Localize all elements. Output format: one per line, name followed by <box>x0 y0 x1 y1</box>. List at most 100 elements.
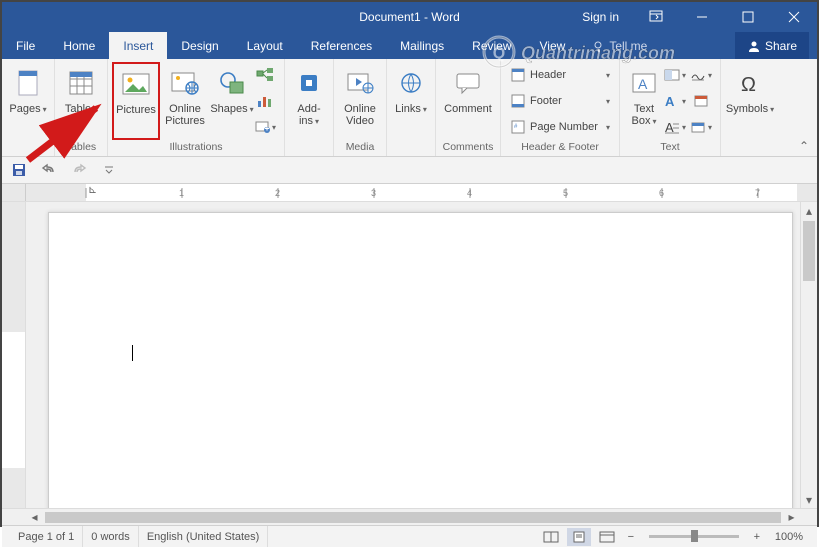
svg-text:A: A <box>665 94 675 108</box>
zoom-slider[interactable] <box>649 535 739 538</box>
header-button[interactable]: Header▾ <box>507 64 613 86</box>
status-page[interactable]: Page 1 of 1 <box>10 526 83 547</box>
collapse-ribbon-icon[interactable]: ⌃ <box>795 138 813 154</box>
document-area: ▴ ▾ <box>2 202 817 508</box>
tab-design[interactable]: Design <box>167 32 232 59</box>
drop-cap-icon[interactable]: A▾ <box>664 116 686 138</box>
quick-parts-icon[interactable]: ▾ <box>664 64 686 86</box>
scroll-thumb[interactable] <box>45 512 781 523</box>
table-icon <box>68 65 94 101</box>
redo-icon[interactable] <box>68 159 90 181</box>
group-label: Tables <box>59 140 103 156</box>
shapes-button[interactable]: Shapes▾ <box>210 62 254 140</box>
group-text: A Text Box▾ ▾ A▾ A▾ ▾ ▾ Text <box>620 59 721 156</box>
addins-icon <box>297 65 321 101</box>
vertical-ruler[interactable] <box>2 202 26 508</box>
pages-button[interactable]: Pages▾ <box>6 62 50 140</box>
group-header-footer: Header▾ Footer▾ #Page Number▾ Header & F… <box>501 59 620 156</box>
maximize-icon[interactable] <box>725 2 771 32</box>
svg-text:3: 3 <box>371 188 376 198</box>
smartart-icon[interactable] <box>254 64 276 86</box>
read-mode-icon[interactable] <box>539 528 563 546</box>
group-media: Online Video Media <box>334 59 387 156</box>
group-label <box>725 140 775 156</box>
online-video-button[interactable]: Online Video <box>338 62 382 140</box>
table-button[interactable]: Table▾ <box>59 62 103 140</box>
links-icon <box>399 65 423 101</box>
date-time-icon[interactable] <box>690 90 712 112</box>
signature-line-icon[interactable]: ▾ <box>690 64 712 86</box>
tab-review[interactable]: Review <box>458 32 525 59</box>
share-button[interactable]: Share <box>735 32 809 59</box>
group-label: Illustrations <box>112 140 280 156</box>
group-label <box>289 140 329 156</box>
ribbon-display-options-icon[interactable] <box>633 2 679 32</box>
group-links: Links▾ <box>387 59 436 156</box>
svg-text:5: 5 <box>563 188 568 198</box>
zoom-level[interactable]: 100% <box>769 531 809 543</box>
object-icon[interactable]: ▾ <box>690 116 712 138</box>
document-title: Document1 - Word <box>359 10 459 24</box>
footer-button[interactable]: Footer▾ <box>507 90 613 112</box>
svg-text:A: A <box>665 120 674 134</box>
horizontal-scrollbar[interactable]: ◂ ▸ <box>2 508 817 525</box>
tell-me-search[interactable]: Tell me <box>579 32 661 59</box>
document-page[interactable] <box>48 212 793 508</box>
text-box-button[interactable]: A Text Box▾ <box>624 62 664 140</box>
scroll-right-icon[interactable]: ▸ <box>783 509 800 525</box>
symbols-button[interactable]: Ω Symbols▾ <box>725 62 775 140</box>
scroll-up-icon[interactable]: ▴ <box>801 202 817 219</box>
addins-button[interactable]: Add-ins▾ <box>289 62 329 140</box>
wordart-icon[interactable]: A▾ <box>664 90 686 112</box>
shapes-icon <box>218 65 246 101</box>
save-icon[interactable] <box>8 159 30 181</box>
zoom-out-icon[interactable]: − <box>623 528 639 546</box>
signin-button[interactable]: Sign in <box>568 2 633 32</box>
status-word-count[interactable]: 0 words <box>83 526 139 547</box>
web-layout-icon[interactable] <box>595 528 619 546</box>
chart-icon[interactable] <box>254 90 276 112</box>
scroll-left-icon[interactable]: ◂ <box>26 509 43 525</box>
pictures-button[interactable]: Pictures <box>112 62 160 140</box>
print-layout-icon[interactable] <box>567 528 591 546</box>
links-button[interactable]: Links▾ <box>391 62 431 140</box>
group-comments: Comment Comments <box>436 59 501 156</box>
comment-button[interactable]: Comment <box>440 62 496 140</box>
svg-text:7: 7 <box>755 188 760 198</box>
svg-text:2: 2 <box>275 188 280 198</box>
online-pictures-button[interactable]: Online Pictures <box>160 62 210 140</box>
tab-layout[interactable]: Layout <box>233 32 297 59</box>
zoom-in-icon[interactable]: + <box>749 528 765 546</box>
screenshot-icon[interactable]: ▾ <box>254 116 276 138</box>
minimize-icon[interactable] <box>679 2 725 32</box>
horizontal-ruler[interactable]: ⊾ 1234567 <box>2 184 817 202</box>
online-video-icon <box>346 65 374 101</box>
text-cursor <box>132 345 133 361</box>
tab-view[interactable]: View <box>526 32 580 59</box>
group-symbols: Ω Symbols▾ <box>721 59 779 156</box>
tab-insert[interactable]: Insert <box>109 32 167 59</box>
tab-home[interactable]: Home <box>49 32 109 59</box>
qat-customize-icon[interactable] <box>98 159 120 181</box>
svg-text:6: 6 <box>659 188 664 198</box>
online-pictures-icon <box>170 65 200 101</box>
textbox-icon: A <box>631 65 657 101</box>
page-number-button[interactable]: #Page Number▾ <box>507 116 613 138</box>
scroll-down-icon[interactable]: ▾ <box>801 491 817 508</box>
group-label <box>391 140 431 156</box>
group-pages: Pages▾ <box>2 59 55 156</box>
titlebar: Document1 - Word Sign in <box>2 2 817 32</box>
vertical-scrollbar[interactable]: ▴ ▾ <box>800 202 817 508</box>
tab-file[interactable]: File <box>2 32 49 59</box>
svg-text:Ω: Ω <box>741 74 756 95</box>
undo-icon[interactable] <box>38 159 60 181</box>
quick-access-toolbar <box>2 157 817 184</box>
status-language[interactable]: English (United States) <box>139 526 269 547</box>
tab-references[interactable]: References <box>297 32 386 59</box>
group-illustrations: Pictures Online Pictures Shapes▾ ▾ Illus… <box>108 59 285 156</box>
close-icon[interactable] <box>771 2 817 32</box>
scroll-thumb[interactable] <box>803 221 815 281</box>
ribbon: Pages▾ Table▾ Tables Pictures Online Pic… <box>2 59 817 157</box>
tab-mailings[interactable]: Mailings <box>386 32 458 59</box>
page-icon <box>16 65 40 101</box>
